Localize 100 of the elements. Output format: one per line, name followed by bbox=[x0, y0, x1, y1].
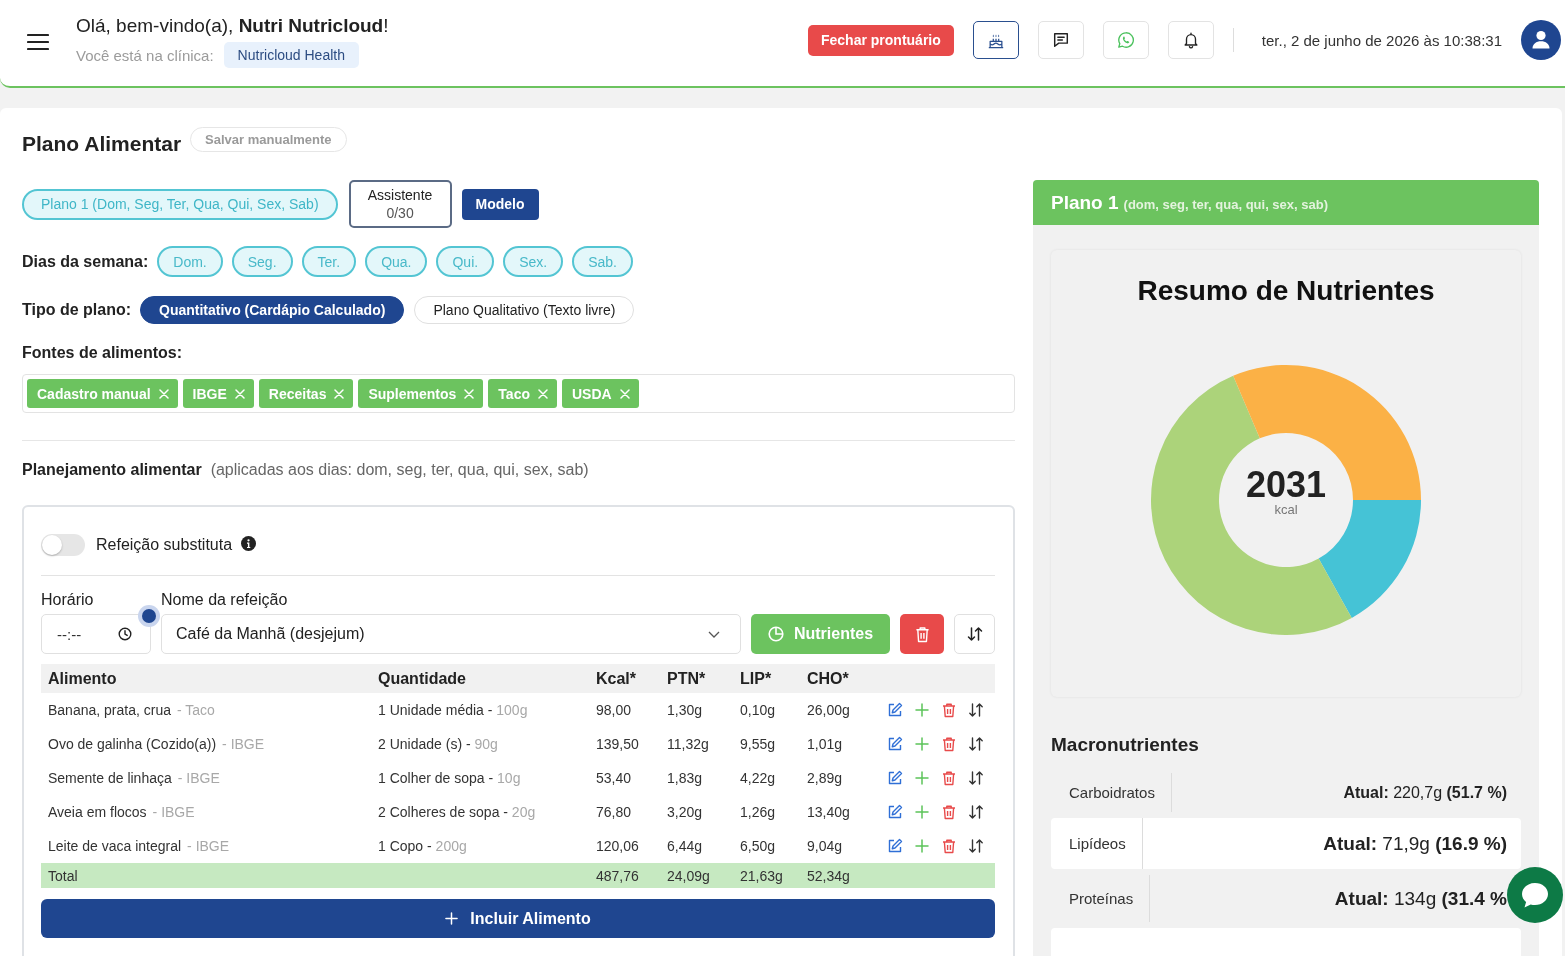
total-kcal-value: 2031 bbox=[1245, 465, 1327, 505]
info-icon[interactable] bbox=[241, 535, 257, 551]
phone-bubble-icon bbox=[1116, 31, 1135, 49]
close-record-button[interactable]: Fechar prontuário bbox=[808, 24, 954, 56]
column-header: Quantidade bbox=[377, 669, 466, 688]
sort-arrows-icon[interactable] bbox=[968, 736, 984, 752]
weekday-chip[interactable]: Sab. bbox=[572, 246, 633, 277]
close-icon[interactable] bbox=[464, 388, 475, 399]
macro-reading: Atual: 71,9g (16.9 %) bbox=[1323, 832, 1508, 855]
close-icon[interactable] bbox=[234, 388, 245, 399]
table-cell: 1,83g bbox=[667, 770, 703, 786]
table-cell: 11,32g bbox=[667, 736, 709, 752]
toggle-label: Refeição substituta bbox=[96, 536, 233, 554]
source-name: Cadastro manual bbox=[37, 385, 151, 402]
user-avatar-icon[interactable] bbox=[1521, 20, 1561, 60]
edit-icon[interactable] bbox=[887, 736, 903, 752]
weekday-chip[interactable]: Dom. bbox=[157, 246, 223, 277]
close-icon[interactable] bbox=[537, 388, 548, 399]
macro-name: Carboidratos bbox=[1068, 784, 1155, 801]
dot-icon bbox=[138, 605, 160, 627]
plan-days: (dom, seg, ter, qua, qui, sex, sab) bbox=[1123, 182, 1329, 227]
food-source: - IBGE bbox=[177, 770, 220, 786]
food-source: - IBGE bbox=[222, 736, 265, 752]
quantity-text: 1 Copo - 200g bbox=[378, 838, 467, 854]
edit-icon[interactable] bbox=[887, 702, 903, 718]
time-input[interactable]: --:-- bbox=[41, 614, 151, 654]
total-label: Total bbox=[48, 867, 78, 884]
greeting-text: Olá, bem-vindo(a), Nutri Nutricloud! bbox=[76, 14, 389, 38]
assistant-button[interactable]: Assistente 0/30 bbox=[348, 180, 452, 228]
menu-icon[interactable] bbox=[27, 33, 49, 51]
food-source: - IBGE bbox=[152, 804, 195, 820]
food-source: - Taco bbox=[177, 702, 215, 718]
quantity-text: 2 Unidade (s) - 90g bbox=[378, 736, 498, 752]
weekday-chip[interactable]: Sex. bbox=[503, 246, 564, 277]
close-icon[interactable] bbox=[334, 388, 345, 399]
table-cell: 6,44g bbox=[667, 838, 703, 854]
meal-name-select[interactable]: Café da Manhã (desjejum) bbox=[161, 614, 741, 654]
trash-icon[interactable] bbox=[941, 702, 957, 718]
date-time-text: ter., 2 de junho de 2026 às 10:38:31 bbox=[1261, 31, 1502, 49]
trash-icon[interactable] bbox=[941, 736, 957, 752]
plan-tab[interactable]: Plano 1 (Dom, Seg, Ter, Qua, Qui, Sex, Sab) bbox=[22, 188, 338, 220]
table-cell: 3,20g bbox=[667, 804, 703, 820]
weekday-chip[interactable]: Ter. bbox=[301, 246, 357, 277]
edit-icon[interactable] bbox=[887, 770, 903, 786]
edit-icon[interactable] bbox=[887, 804, 903, 820]
table-cell: 76,80 bbox=[596, 804, 632, 820]
pie-chart-icon bbox=[767, 626, 784, 642]
plan-type-option[interactable]: Plano Qualitativo (Texto livre) bbox=[414, 296, 635, 324]
notifications-button[interactable] bbox=[1167, 21, 1214, 59]
add-food-button[interactable]: Incluir Alimento bbox=[41, 899, 995, 938]
food-name: Semente de linhaça bbox=[48, 770, 172, 786]
table-cell: 139,50 bbox=[596, 736, 639, 752]
clock-icon bbox=[118, 627, 132, 641]
nutrients-button[interactable]: Nutrientes bbox=[751, 614, 890, 654]
table-cell: 2,89g bbox=[807, 770, 843, 786]
close-icon[interactable] bbox=[158, 388, 169, 399]
edit-icon[interactable] bbox=[887, 838, 903, 854]
plan-type-label: Tipo de plano: bbox=[22, 301, 132, 319]
model-button[interactable]: Modelo bbox=[461, 188, 539, 220]
phone-chat-button[interactable] bbox=[1102, 21, 1149, 59]
sort-arrows-icon[interactable] bbox=[968, 838, 984, 854]
column-header: LIP* bbox=[739, 669, 772, 688]
weekday-chip[interactable]: Seg. bbox=[231, 246, 293, 277]
table-cell: 6,50g bbox=[740, 838, 776, 854]
sort-arrows-icon[interactable] bbox=[968, 770, 984, 786]
reorder-button[interactable] bbox=[954, 614, 995, 654]
kcal-unit: kcal bbox=[1274, 502, 1298, 518]
table-cell: 1,26g bbox=[740, 804, 776, 820]
plan-type-option[interactable]: Quantitativo (Cardápio Calculado) bbox=[140, 296, 405, 324]
table-cell: 487,76 bbox=[596, 867, 639, 884]
section-note: (aplicadas aos dias: dom, seg, ter, qua, qui, sex, sab) bbox=[210, 461, 589, 478]
section-title: Macronutrientes bbox=[1051, 733, 1200, 757]
table-cell: 13,40g bbox=[807, 804, 850, 820]
message-icon bbox=[1051, 31, 1070, 49]
trash-icon[interactable] bbox=[941, 838, 957, 854]
quantity-text: 1 Unidade média - 100g bbox=[378, 702, 528, 718]
sort-arrows-icon[interactable] bbox=[968, 702, 984, 718]
food-sources-field[interactable]: Cadastro manual IBGE Receitas Suplementos Taco USDA bbox=[22, 374, 1015, 413]
table-cell: 0,10g bbox=[740, 702, 776, 718]
time-label: Horário bbox=[41, 591, 95, 609]
quantity-text: 1 Colher de sopa - 10g bbox=[378, 770, 521, 786]
sort-arrows-icon[interactable] bbox=[968, 804, 984, 820]
close-icon[interactable] bbox=[619, 388, 630, 399]
trash-icon bbox=[914, 625, 930, 643]
save-manually-button[interactable]: Salvar manualmente bbox=[190, 127, 347, 152]
toggle-switch[interactable] bbox=[41, 534, 85, 556]
page-title: Plano Alimentar bbox=[22, 131, 182, 157]
table-cell: 1,30g bbox=[667, 702, 703, 718]
quantity-text: 2 Colheres de sopa - 20g bbox=[378, 804, 536, 820]
message-button[interactable] bbox=[1037, 21, 1084, 59]
section-title: Planejamento alimentar bbox=[22, 461, 202, 478]
trash-icon[interactable] bbox=[941, 770, 957, 786]
delete-meal-button[interactable] bbox=[900, 614, 944, 654]
weekday-chip[interactable]: Qui. bbox=[436, 246, 495, 277]
macro-reading: Atual: 220,7g (51.7 %) bbox=[1343, 783, 1508, 802]
weekday-chip[interactable]: Qua. bbox=[365, 246, 428, 277]
trash-icon[interactable] bbox=[941, 804, 957, 820]
sort-arrows-icon bbox=[966, 626, 983, 642]
source-name: Suplementos bbox=[368, 385, 457, 402]
cake-button[interactable] bbox=[972, 21, 1019, 59]
